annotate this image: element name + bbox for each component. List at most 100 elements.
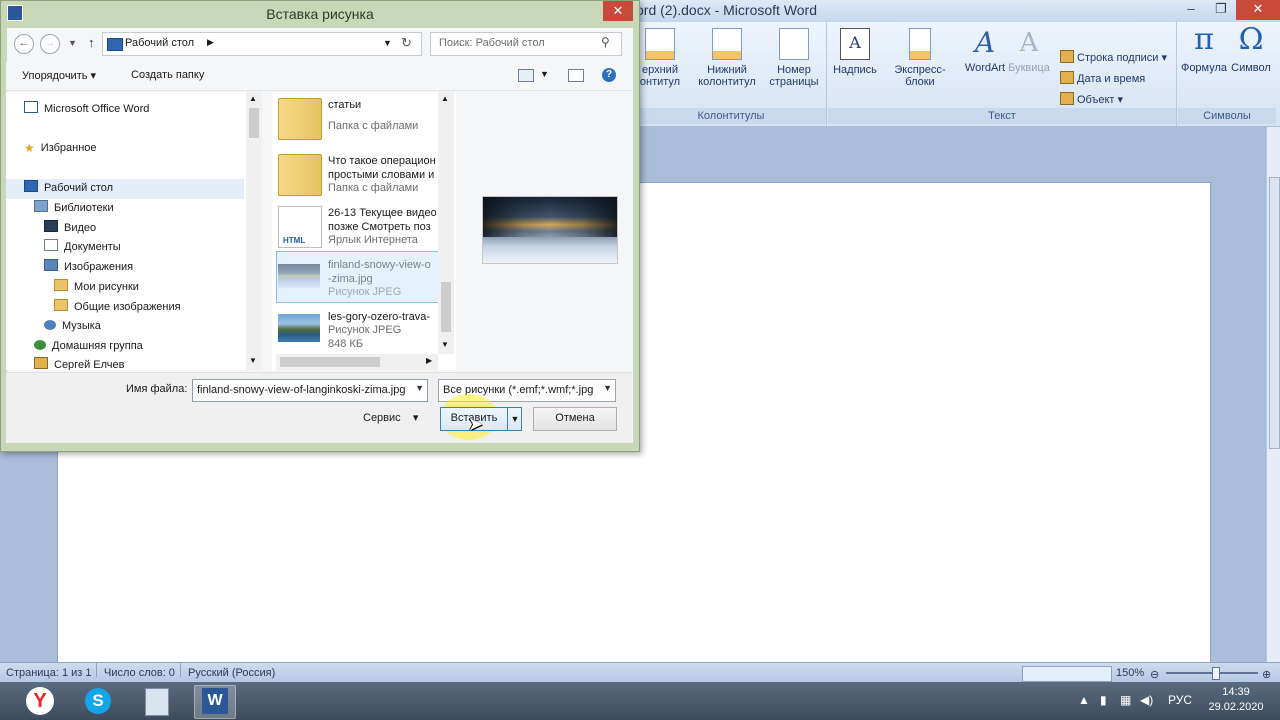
zoom-level[interactable]: 150%: [1116, 663, 1144, 683]
file-item[interactable]: статьи Папка с файлами: [276, 92, 436, 148]
breadcrumb-chevron-icon[interactable]: ▶: [207, 37, 214, 48]
document-scroll-thumb[interactable]: [1269, 177, 1280, 449]
preview-pane-icon[interactable]: [568, 69, 584, 82]
file-list-vertical-scrollbar[interactable]: ▲ ▼: [438, 92, 454, 354]
signature-line-button[interactable]: Строка подписи ▾: [1060, 50, 1167, 64]
wordart-button[interactable]: A WordArt: [962, 28, 1008, 75]
nav-item-my-pictures[interactable]: Мои рисунки: [54, 278, 139, 296]
file-list-horizontal-scrollbar[interactable]: ▶: [276, 354, 438, 370]
taskbar-skype[interactable]: S: [78, 685, 118, 717]
view-dropdown-icon[interactable]: ▼: [540, 69, 549, 79]
nav-item-user[interactable]: Сергей Елчев: [34, 356, 124, 370]
scroll-right-icon[interactable]: ▶: [426, 356, 432, 365]
nav-item-images[interactable]: Изображения: [44, 258, 133, 276]
volume-icon[interactable]: ◀): [1140, 693, 1153, 707]
dialog-toolbar: Упорядочить ▾ Создать папку ▼ ?: [6, 62, 632, 91]
file-item[interactable]: HTML 26-13 Текущее видео позже Смотреть …: [276, 200, 436, 256]
header-icon: [645, 28, 675, 60]
header-button[interactable]: ерхний онтитул: [636, 28, 684, 88]
filename-dropdown-icon[interactable]: ▼: [415, 383, 424, 393]
nav-item-video[interactable]: Видео: [44, 219, 96, 237]
quick-parts-button[interactable]: Экспресс-блоки: [880, 28, 960, 88]
dialog-title-bar[interactable]: Вставка рисунка ✕: [1, 1, 639, 27]
file-item[interactable]: Что такое операцион простыми словами и П…: [276, 148, 436, 204]
yandex-icon: Y: [26, 687, 54, 715]
status-words[interactable]: Число слов: 0: [104, 663, 175, 683]
taskbar-calculator[interactable]: [136, 685, 176, 717]
textbox-button[interactable]: A Надпись: [832, 28, 878, 76]
dropcap-button[interactable]: A Буквица: [1008, 28, 1050, 74]
object-button[interactable]: Объект ▾: [1060, 92, 1123, 106]
search-field[interactable]: Поиск: Рабочий стол ⚲: [430, 32, 622, 56]
word-maximize-button[interactable]: ❐: [1206, 0, 1236, 20]
folder-icon: [278, 154, 322, 196]
page-number-button[interactable]: Номер страницы: [764, 28, 824, 88]
forward-button[interactable]: →: [40, 34, 60, 54]
date-time-button[interactable]: Дата и время: [1060, 71, 1145, 85]
new-folder-button[interactable]: Создать папку: [131, 69, 204, 81]
status-page[interactable]: Страница: 1 из 1: [6, 663, 92, 683]
scroll-down-icon[interactable]: ▼: [249, 356, 257, 365]
refresh-icon[interactable]: ↻: [401, 35, 412, 51]
word-minimize-button[interactable]: –: [1176, 0, 1206, 20]
symbol-button[interactable]: Ω Символ: [1228, 24, 1274, 75]
up-folder-icon[interactable]: ↑: [88, 35, 95, 50]
nav-item-favorites[interactable]: ★ Избранное: [24, 139, 97, 157]
recent-locations-icon[interactable]: ▼: [68, 38, 77, 48]
calculator-icon: [145, 688, 169, 716]
zoom-slider-thumb[interactable]: [1212, 667, 1220, 680]
nav-item-public-pictures[interactable]: Общие изображения: [54, 298, 181, 316]
nav-item-libraries[interactable]: Библиотеки: [34, 199, 114, 217]
file-selection-highlight: [276, 251, 440, 303]
filename-input[interactable]: finland-snowy-view-of-langinkoski-zima.j…: [192, 379, 428, 402]
equation-button[interactable]: π Формула: [1180, 24, 1228, 75]
help-icon[interactable]: ?: [602, 68, 616, 82]
ribbon-group-headers: ерхний онтитул Нижний колонтитул Номер с…: [636, 22, 827, 126]
language-indicator[interactable]: РУС: [1168, 693, 1192, 707]
nav-item-documents[interactable]: Документы: [44, 238, 121, 256]
nav-item-desktop[interactable]: Рабочий стол: [24, 179, 113, 197]
file-size: 848 КБ: [328, 338, 364, 350]
battery-icon[interactable]: ▮: [1100, 693, 1107, 707]
file-item[interactable]: les-gory-ozero-trava- Рисунок JPEG 848 К…: [276, 304, 436, 360]
clock-time: 14:39: [1222, 686, 1250, 698]
filename-value: finland-snowy-view-of-langinkoski-zima.j…: [197, 384, 406, 396]
desktop-icon: [24, 180, 38, 192]
taskbar-word[interactable]: W: [194, 685, 236, 719]
dialog-close-button[interactable]: ✕: [603, 1, 633, 21]
file-scroll-thumb[interactable]: [441, 282, 451, 332]
view-options-icon[interactable]: [518, 69, 534, 82]
insert-dropdown-icon[interactable]: ▼: [507, 408, 522, 430]
organize-button[interactable]: Упорядочить ▾: [22, 69, 96, 82]
filetype-dropdown-icon[interactable]: ▼: [603, 383, 612, 393]
footer-icon: [712, 28, 742, 60]
show-hidden-icons-icon[interactable]: ▲: [1078, 693, 1090, 707]
dropcap-icon: A: [1019, 28, 1039, 58]
video-icon: [44, 220, 58, 232]
nav-scroll-thumb[interactable]: [249, 108, 259, 138]
footer-button[interactable]: Нижний колонтитул: [692, 28, 762, 88]
nav-item-music[interactable]: Музыка: [44, 317, 101, 335]
address-bar[interactable]: Рабочий стол ▶ ▼ ↻: [102, 32, 422, 56]
network-icon[interactable]: ▦: [1120, 693, 1131, 707]
file-kind: Ярлык Интернета: [328, 234, 418, 246]
navigation-pane: Microsoft Office Word ★ Избранное Рабочий…: [6, 92, 262, 370]
document-vertical-scrollbar[interactable]: [1266, 127, 1280, 662]
word-close-button[interactable]: ✕: [1236, 0, 1280, 20]
address-dropdown-icon[interactable]: ▼: [383, 38, 392, 48]
nav-item-word[interactable]: Microsoft Office Word: [24, 100, 149, 118]
nav-item-homegroup[interactable]: Домашняя группа: [34, 337, 143, 355]
cancel-button[interactable]: Отмена: [533, 407, 617, 431]
back-button[interactable]: ←: [14, 34, 34, 54]
nav-scrollbar[interactable]: ▲ ▼: [246, 92, 262, 370]
view-buttons[interactable]: [1022, 666, 1112, 682]
clock[interactable]: 14:39 29.02.2020: [1196, 685, 1276, 715]
scroll-down-icon[interactable]: ▼: [441, 340, 449, 349]
status-language[interactable]: Русский (Россия): [188, 663, 275, 683]
scroll-up-icon[interactable]: ▲: [441, 94, 449, 103]
scroll-up-icon[interactable]: ▲: [249, 94, 257, 103]
tools-button[interactable]: Сервис ▾: [363, 411, 418, 424]
search-icon[interactable]: ⚲: [601, 35, 610, 49]
file-hscroll-thumb[interactable]: [280, 357, 380, 367]
taskbar-yandex[interactable]: Y: [20, 685, 60, 717]
